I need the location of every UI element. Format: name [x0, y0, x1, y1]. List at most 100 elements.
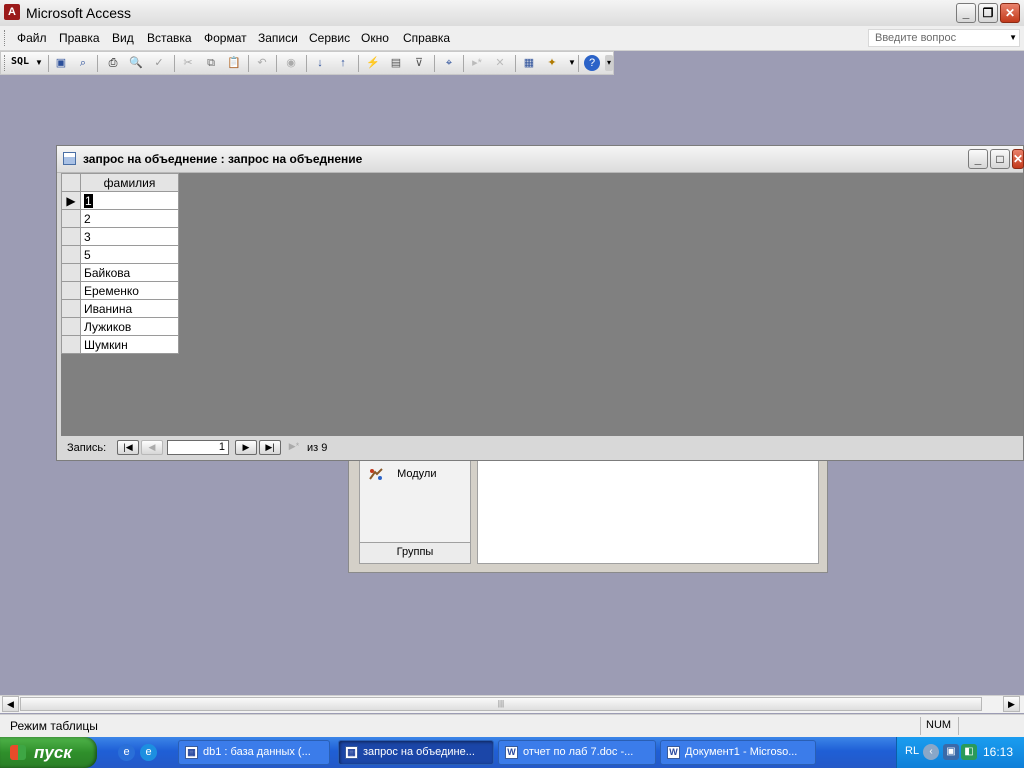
- minimize-button[interactable]: _: [956, 3, 976, 23]
- record-selector[interactable]: [61, 227, 81, 246]
- select-all-corner[interactable]: [61, 173, 81, 192]
- previous-record-button[interactable]: ◀: [141, 440, 163, 455]
- task-query[interactable]: ▦ запрос на объедине...: [338, 740, 494, 765]
- scroll-left-button[interactable]: ◀: [2, 696, 19, 712]
- record-selector[interactable]: [61, 299, 81, 318]
- tray-expand-icon[interactable]: ‹: [923, 744, 939, 760]
- filter-by-selection-icon[interactable]: ⚡: [365, 55, 381, 71]
- datasheet-cell[interactable]: 3: [80, 227, 179, 246]
- undo-icon[interactable]: ↶: [254, 55, 270, 71]
- find-icon[interactable]: ⌖: [441, 55, 457, 71]
- menu-window[interactable]: Окно: [361, 31, 389, 45]
- language-indicator[interactable]: RL: [905, 745, 919, 757]
- table-row: 5: [61, 245, 179, 264]
- datasheet-cell[interactable]: Лужиков: [80, 317, 179, 336]
- help-icon[interactable]: ?: [584, 55, 600, 71]
- next-record-button[interactable]: ▶: [235, 440, 257, 455]
- datasheet-area: фамилия ▶ 1 2 3 5 Байкова Еременко Ивани…: [61, 173, 1023, 436]
- groups-bar[interactable]: Группы: [360, 542, 470, 563]
- menubar-grip[interactable]: [4, 30, 8, 46]
- datasheet-cell[interactable]: Еременко: [80, 281, 179, 300]
- new-record-button[interactable]: ▶*: [283, 440, 305, 455]
- first-record-button[interactable]: |◀: [117, 440, 139, 455]
- start-button[interactable]: пуск: [0, 737, 97, 768]
- access-app-icon[interactable]: A: [4, 4, 20, 20]
- task-db1[interactable]: ▦ db1 : база данных (...: [178, 740, 330, 765]
- print-icon[interactable]: ⎙: [105, 55, 121, 71]
- ask-dropdown-icon[interactable]: ▼: [1009, 30, 1017, 46]
- menu-format[interactable]: Формат: [204, 31, 247, 45]
- query-maximize-button[interactable]: □: [990, 149, 1010, 169]
- table-row: 3: [61, 227, 179, 246]
- record-selector[interactable]: [61, 317, 81, 336]
- filter-by-form-icon[interactable]: ▤: [388, 55, 404, 71]
- copy-icon[interactable]: ⧉: [203, 55, 219, 71]
- file-search-icon[interactable]: ⌕: [75, 55, 91, 71]
- menu-help[interactable]: Справка: [403, 31, 450, 45]
- table-row: 2: [61, 209, 179, 228]
- spelling-icon[interactable]: ✓: [151, 55, 167, 71]
- menu-insert[interactable]: Вставка: [147, 31, 192, 45]
- column-header-familiya[interactable]: фамилия: [80, 173, 179, 192]
- menu-records[interactable]: Записи: [258, 31, 298, 45]
- cut-icon[interactable]: ✂: [180, 55, 196, 71]
- datasheet-cell[interactable]: Шумкин: [80, 335, 179, 354]
- sort-descending-icon[interactable]: ↑: [335, 55, 351, 71]
- network-icon[interactable]: ▣: [943, 744, 959, 760]
- view-dropdown-icon[interactable]: ▼: [31, 55, 47, 71]
- record-selector[interactable]: [61, 263, 81, 282]
- current-record-field[interactable]: 1: [167, 440, 229, 455]
- tray-app-icon[interactable]: ◧: [961, 744, 977, 760]
- view-sql-button[interactable]: SQL: [11, 56, 29, 67]
- paste-icon[interactable]: 📋: [226, 55, 242, 71]
- restore-button[interactable]: ❐: [978, 3, 998, 23]
- new-object-icon[interactable]: ✦: [544, 55, 560, 71]
- toolbar-options-icon[interactable]: ▾: [605, 55, 613, 71]
- objects-item-modules[interactable]: Модули: [368, 467, 436, 481]
- datasheet-cell[interactable]: 1: [80, 191, 179, 210]
- task-word-document[interactable]: W Документ1 - Microso...: [660, 740, 816, 765]
- new-record-icon[interactable]: ▸*: [469, 55, 485, 71]
- record-selector[interactable]: [61, 245, 81, 264]
- query-minimize-button[interactable]: _: [968, 149, 988, 169]
- datasheet-cell[interactable]: Байкова: [80, 263, 179, 282]
- datasheet-cell[interactable]: 5: [80, 245, 179, 264]
- datasheet-cell[interactable]: Иванина: [80, 299, 179, 318]
- toolbar-grip[interactable]: [4, 55, 8, 71]
- menu-view[interactable]: Вид: [112, 31, 134, 45]
- task-word-report[interactable]: W отчет по лаб 7.doc -...: [498, 740, 656, 765]
- record-selector[interactable]: [61, 209, 81, 228]
- database-window-icon[interactable]: ▦: [521, 55, 537, 71]
- scroll-right-button[interactable]: ▶: [1003, 696, 1020, 712]
- menu-file[interactable]: Файл: [17, 31, 47, 45]
- toolbar-separator: [97, 55, 98, 72]
- status-mode-text: Режим таблицы: [10, 719, 98, 733]
- apply-filter-icon[interactable]: ⊽: [411, 55, 427, 71]
- table-row: Иванина: [61, 299, 179, 318]
- print-preview-icon[interactable]: 🔍: [128, 55, 144, 71]
- current-record-marker-icon[interactable]: ▶: [61, 191, 81, 210]
- toolbar-separator: [306, 55, 307, 72]
- close-button[interactable]: ✕: [1000, 3, 1020, 23]
- menu-edit[interactable]: Правка: [59, 31, 100, 45]
- last-record-button[interactable]: ▶|: [259, 440, 281, 455]
- datasheet-cell[interactable]: 2: [80, 209, 179, 228]
- workspace-horizontal-scrollbar[interactable]: ◀ ||| ▶: [0, 695, 1024, 713]
- query-window-title-bar[interactable]: запрос на объеднение : запрос на объедне…: [57, 146, 1024, 173]
- record-selector[interactable]: [61, 335, 81, 354]
- scroll-thumb[interactable]: |||: [20, 697, 982, 711]
- query-close-button[interactable]: ✕: [1012, 149, 1024, 169]
- delete-record-icon[interactable]: ✕: [492, 55, 508, 71]
- save-icon[interactable]: ▣: [53, 55, 69, 71]
- menu-tools[interactable]: Сервис: [309, 31, 350, 45]
- toolbar-separator: [463, 55, 464, 72]
- datasheet-grid: фамилия ▶ 1 2 3 5 Байкова Еременко Ивани…: [61, 173, 179, 354]
- record-selector[interactable]: [61, 281, 81, 300]
- ask-question-box[interactable]: Введите вопрос ▼: [868, 29, 1020, 47]
- sort-ascending-icon[interactable]: ↓: [312, 55, 328, 71]
- objects-list-pane[interactable]: [477, 456, 819, 564]
- browser-icon[interactable]: e: [140, 744, 157, 761]
- internet-explorer-icon[interactable]: e: [118, 744, 135, 761]
- record-count: из 9: [307, 442, 328, 454]
- insert-object-icon[interactable]: ◉: [283, 55, 299, 71]
